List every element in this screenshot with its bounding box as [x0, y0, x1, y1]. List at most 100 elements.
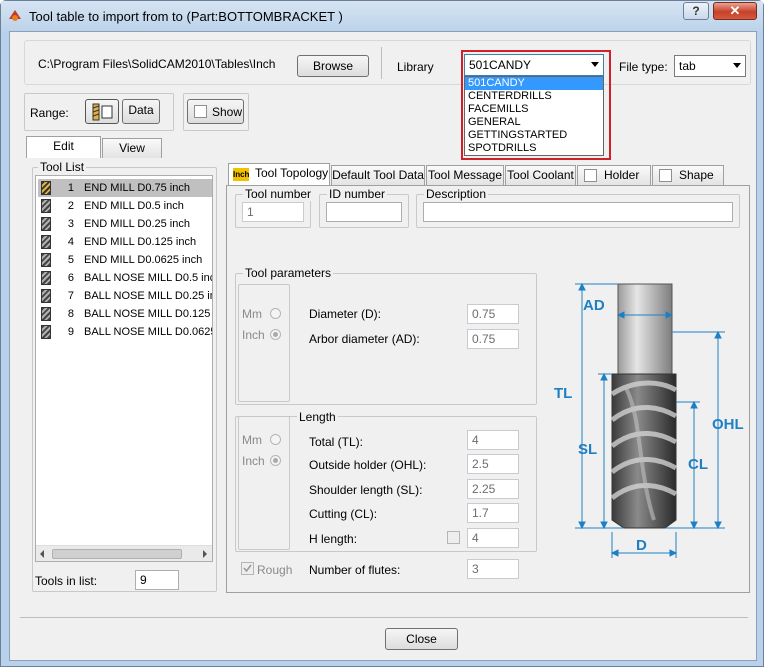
diameter-label: Diameter (D): — [309, 307, 382, 321]
chevron-down-icon — [591, 62, 599, 67]
library-option[interactable]: 501CANDY — [465, 77, 603, 90]
tool-number: 7 — [67, 290, 74, 302]
tab-default-tool-data[interactable]: Default Tool Data — [331, 165, 425, 185]
divider — [381, 47, 382, 79]
tab-edit[interactable]: Edit — [26, 136, 101, 158]
length-inch-label: Inch — [242, 454, 265, 468]
check-icon — [243, 564, 252, 573]
tool-number: 8 — [67, 308, 74, 320]
scroll-thumb[interactable] — [52, 549, 182, 559]
cl-dimension-label: CL — [688, 456, 708, 473]
tool-row[interactable]: 5 END MILL D0.0625 inch — [38, 251, 212, 269]
tab-tool-topology[interactable]: Inch Tool Topology — [228, 163, 330, 185]
cutting-length-field[interactable]: 1.7 — [467, 503, 519, 523]
diameter-field[interactable]: 0.75 — [467, 304, 519, 324]
id-number-label: ID number — [327, 187, 388, 201]
tab-shape[interactable]: Shape — [652, 165, 724, 185]
tool-number: 4 — [67, 236, 74, 248]
tool-name: END MILL D0.0625 inch — [84, 254, 203, 266]
rough-checkbox[interactable] — [241, 562, 254, 575]
tool-number: 2 — [67, 200, 74, 212]
end-mill-icon — [41, 217, 51, 231]
flutes-field[interactable]: 3 — [467, 559, 519, 579]
total-length-field[interactable]: 4 — [467, 430, 519, 450]
tab-label: Holder — [604, 168, 640, 182]
inch-radio[interactable] — [270, 329, 281, 340]
length-mm-label: Mm — [242, 433, 262, 447]
window-close-button[interactable]: ✕ — [713, 2, 757, 20]
tool-row[interactable]: 1 END MILL D0.75 inch — [38, 179, 212, 197]
help-button[interactable]: ? — [683, 2, 709, 20]
end-mill-icon — [41, 235, 51, 249]
tab-tool-coolant[interactable]: Tool Coolant — [505, 165, 576, 185]
close-button[interactable]: Close — [385, 628, 458, 650]
end-mill-icon — [41, 253, 51, 267]
show-checkbox — [194, 105, 207, 118]
description-field[interactable] — [423, 202, 733, 222]
tool-number: 1 — [67, 182, 74, 194]
ad-dimension-label: AD — [583, 297, 605, 314]
library-option[interactable]: GETTINGSTARTED — [465, 129, 603, 142]
length-inch-radio[interactable] — [270, 455, 281, 466]
range-tool-button[interactable] — [85, 99, 119, 124]
tab-view[interactable]: View — [102, 138, 162, 158]
arbor-diameter-label: Arbor diameter (AD): — [309, 332, 420, 346]
library-select[interactable]: 501CANDY — [464, 54, 604, 76]
tab-holder[interactable]: Holder — [577, 165, 651, 185]
shoulder-length-field[interactable]: 2.25 — [467, 479, 519, 499]
library-option[interactable]: CENTERDRILLS — [465, 90, 603, 103]
tool-row[interactable]: 4 END MILL D0.125 inch — [38, 233, 212, 251]
ball-nose-mill-icon — [41, 289, 51, 303]
data-button[interactable]: Data — [122, 99, 160, 124]
tool-row[interactable]: 2 END MILL D0.5 inch — [38, 197, 212, 215]
cutting-length-label: Cutting (CL): — [309, 507, 378, 521]
ball-nose-mill-icon — [41, 307, 51, 321]
file-type-select[interactable]: tab — [674, 55, 746, 77]
tool-icon — [92, 103, 113, 121]
tool-row[interactable]: 7 BALL NOSE MILL D0.25 inc — [38, 287, 212, 305]
library-option[interactable]: GENERAL — [465, 116, 603, 129]
ohl-label: Outside holder (OHL): — [309, 458, 427, 472]
title-bar[interactable]: Tool table to import from to (Part:BOTTO… — [1, 1, 763, 31]
show-button[interactable]: Show — [187, 99, 244, 124]
arbor-diameter-field[interactable]: 0.75 — [467, 329, 519, 349]
tool-row[interactable]: 8 BALL NOSE MILL D0.125 ir — [38, 305, 212, 323]
ohl-field[interactable]: 2.5 — [467, 454, 519, 474]
tab-tool-message[interactable]: Tool Message — [426, 165, 504, 185]
d-dimension-label: D — [636, 537, 647, 554]
id-number-field[interactable] — [326, 202, 402, 222]
tool-name: END MILL D0.5 inch — [84, 200, 184, 212]
tool-name: BALL NOSE MILL D0.125 ir — [84, 308, 213, 320]
h-length-checkbox[interactable] — [447, 531, 460, 544]
horizontal-scrollbar[interactable] — [36, 545, 212, 561]
h-length-field[interactable]: 4 — [467, 528, 519, 548]
library-dropdown-list: 501CANDY CENTERDRILLS FACEMILLS GENERAL … — [464, 76, 604, 156]
tool-row[interactable]: 6 BALL NOSE MILL D0.5 inch — [38, 269, 212, 287]
ball-nose-mill-icon — [41, 325, 51, 339]
scroll-right-icon[interactable] — [203, 550, 207, 558]
tools-count-field: 9 — [135, 570, 179, 590]
tools-count-label: Tools in list: — [35, 574, 98, 588]
tool-parameters-title: Tool parameters — [243, 266, 334, 280]
mm-radio[interactable] — [270, 308, 281, 319]
tool-number-field[interactable]: 1 — [242, 202, 304, 222]
tool-row[interactable]: 3 END MILL D0.25 inch — [38, 215, 212, 233]
length-title: Length — [297, 410, 338, 424]
tool-topology-panel: Tool number 1 ID number Description Tool… — [226, 185, 750, 593]
shape-checkbox[interactable] — [659, 169, 672, 182]
tool-list[interactable]: 1 END MILL D0.75 inch 2 END MILL D0.5 inch… — [35, 175, 213, 562]
h-length-label: H length: — [309, 532, 358, 546]
library-option[interactable]: FACEMILLS — [465, 103, 603, 116]
bottom-divider — [20, 617, 748, 618]
length-mm-radio[interactable] — [270, 434, 281, 445]
tool-row[interactable]: 9 BALL NOSE MILL D0.0625 — [38, 323, 212, 341]
library-option[interactable]: SPOTDRILLS — [465, 142, 603, 155]
tool-number: 6 — [67, 272, 74, 284]
tool-name: BALL NOSE MILL D0.0625 — [84, 326, 213, 338]
scroll-left-icon[interactable] — [40, 550, 44, 558]
flutes-label: Number of flutes: — [309, 563, 401, 577]
mm-label: Mm — [242, 307, 262, 321]
inch-label: Inch — [242, 328, 265, 342]
browse-button[interactable]: Browse — [297, 55, 369, 77]
holder-checkbox[interactable] — [584, 169, 597, 182]
